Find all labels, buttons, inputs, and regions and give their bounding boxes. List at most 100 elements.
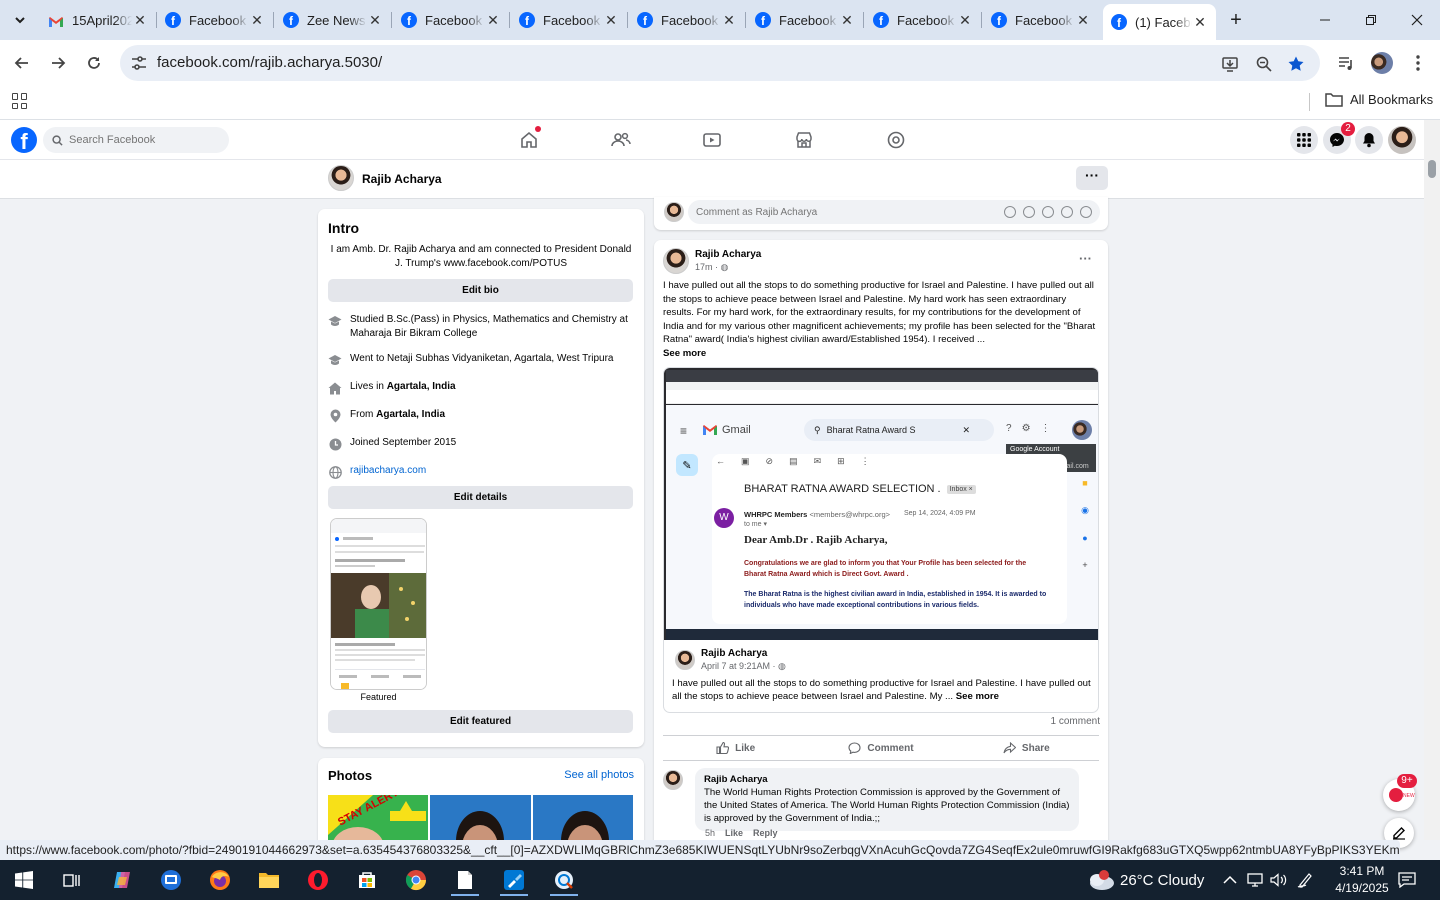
messenger-icon[interactable]: 2 [1323,122,1355,154]
shared-time-text[interactable]: April 7 at 9:21AM [701,661,770,671]
comment-author-name[interactable]: Rajib Acharya [704,773,1070,786]
comment-input[interactable] [696,206,996,218]
tab-close-icon[interactable]: ✕ [249,12,265,28]
sticker-icon[interactable] [1080,206,1092,218]
shared-author-avatar[interactable] [675,650,695,670]
post-author-avatar[interactable] [663,248,689,274]
browser-tab[interactable]: f Zee News ✕ [275,6,392,34]
copilot-icon[interactable] [102,864,142,896]
task-view-icon[interactable] [52,864,92,896]
browser-tab[interactable]: f Facebook ✕ [747,6,864,34]
network-icon[interactable] [1247,860,1263,900]
notepad-icon[interactable] [445,864,485,896]
website-link[interactable]: rajibacharya.com [350,464,426,479]
nav-gaming-icon[interactable] [884,128,908,152]
tab-close-icon[interactable]: ✕ [957,12,973,28]
maximize-button[interactable] [1348,0,1394,40]
windows-start-icon[interactable] [4,864,44,896]
browser-tab[interactable]: f Facebook ✕ [629,6,746,34]
shared-post[interactable]: ≡ Gmail ⚲ Bharat Ratna Award S ✕ ? ⚙ ⋮ Goo… [663,367,1099,713]
pen-menu-icon[interactable] [1297,860,1315,900]
firefox-icon[interactable] [200,864,240,896]
gif-icon[interactable] [1061,206,1073,218]
browser-tab[interactable]: f Facebook ✕ [511,6,628,34]
browser-tab[interactable]: f Facebook ✕ [157,6,274,34]
nav-friends-icon[interactable] [609,128,633,152]
camera-icon[interactable] [1042,206,1054,218]
profile-avatar[interactable] [328,165,354,191]
volume-icon[interactable] [1270,860,1288,900]
tab-close-icon[interactable]: ✕ [839,12,855,28]
post-author-name[interactable]: Rajib Acharya [695,249,761,260]
emoji-icon[interactable] [1023,206,1035,218]
comment-reply-link[interactable]: Reply [753,828,778,838]
menu-grid-icon[interactable] [1290,126,1318,154]
opera-icon[interactable] [298,864,338,896]
avatar-sticker-icon[interactable] [1004,206,1016,218]
scrollbar-thumb[interactable] [1428,160,1436,178]
notification-center-icon[interactable] [1398,860,1416,900]
profile-avatar-icon[interactable] [1370,51,1394,75]
nav-home-icon[interactable] [517,126,541,152]
tab-close-icon[interactable]: ✕ [1192,14,1208,30]
post-time-text[interactable]: 17m [695,262,713,272]
shared-post-image[interactable]: ≡ Gmail ⚲ Bharat Ratna Award S ✕ ? ⚙ ⋮ Goo… [664,368,1098,640]
reload-button[interactable] [80,49,108,77]
install-app-icon[interactable] [1220,54,1240,74]
zoom-icon[interactable] [1254,54,1274,74]
bookmark-star-icon[interactable] [1286,54,1306,74]
file-explorer-icon[interactable] [249,864,289,896]
browser-tab[interactable]: f Facebook ✕ [865,6,982,34]
intro-detail-place[interactable]: Agartala, India [376,409,445,420]
comment-button[interactable]: Comment [808,736,953,760]
shared-author-name[interactable]: Rajib Acharya [701,648,767,659]
see-more-link[interactable]: See more [663,348,706,359]
share-button[interactable]: Share [954,736,1099,760]
tab-close-icon[interactable]: ✕ [367,12,383,28]
page-scrollbar[interactable] [1424,120,1440,840]
media-control-icon[interactable] [1334,51,1358,75]
forward-button[interactable] [44,49,72,77]
post-options-icon[interactable]: ··· [1079,251,1092,266]
shared-see-more-link[interactable]: See more [956,691,999,702]
weather-widget[interactable]: 26°C Cloudy [1086,860,1204,900]
all-bookmarks-button[interactable]: All Bookmarks [1325,92,1433,107]
tab-close-icon[interactable]: ✕ [721,12,737,28]
back-button[interactable] [8,49,36,77]
snipping-tool-icon[interactable] [544,864,584,896]
account-avatar[interactable] [1388,126,1416,154]
minimize-button[interactable] [1302,0,1348,40]
tab-close-icon[interactable]: ✕ [1075,12,1091,28]
paint-icon[interactable] [494,864,534,896]
browser-tab[interactable]: 15April2025 ✕ [40,6,157,34]
tab-search-chevron-icon[interactable] [8,8,32,32]
facebook-search[interactable] [43,127,229,153]
edit-featured-button[interactable]: Edit featured [328,710,633,733]
browser-tab-active[interactable]: f (1) Facebook ✕ [1103,4,1216,40]
url-text[interactable]: facebook.com/rajib.acharya.5030/ [157,54,382,71]
edit-details-button[interactable]: Edit details [328,486,633,509]
browser-tab[interactable]: f Facebook ✕ [393,6,510,34]
featured-story-thumbnail[interactable] [330,518,427,690]
comment-count[interactable]: 1 comment [1051,716,1100,727]
remote-desktop-icon[interactable] [151,864,191,896]
comment-like-link[interactable]: Like [725,828,743,838]
tab-close-icon[interactable]: ✕ [132,12,148,28]
profile-name[interactable]: Rajib Acharya [362,172,442,186]
nav-marketplace-icon[interactable] [792,128,816,152]
facebook-search-input[interactable] [69,134,219,146]
new-tab-button[interactable]: + [1224,8,1248,32]
chrome-icon[interactable] [396,864,436,896]
facebook-logo-icon[interactable]: f [11,127,37,153]
show-hidden-icons-chevron-icon[interactable] [1223,860,1237,900]
comment-input-box[interactable] [688,200,1100,224]
apps-grid-icon[interactable] [12,93,28,109]
see-all-photos-link[interactable]: See all photos [564,769,634,781]
like-button[interactable]: Like [663,736,808,760]
nav-video-icon[interactable] [700,128,724,152]
address-bar[interactable]: facebook.com/rajib.acharya.5030/ [120,45,1320,81]
microsoft-store-icon[interactable] [347,864,387,896]
close-window-button[interactable] [1394,0,1440,40]
comment-time[interactable]: 5h [705,828,715,838]
intro-detail-place[interactable]: Agartala, India [387,381,456,392]
